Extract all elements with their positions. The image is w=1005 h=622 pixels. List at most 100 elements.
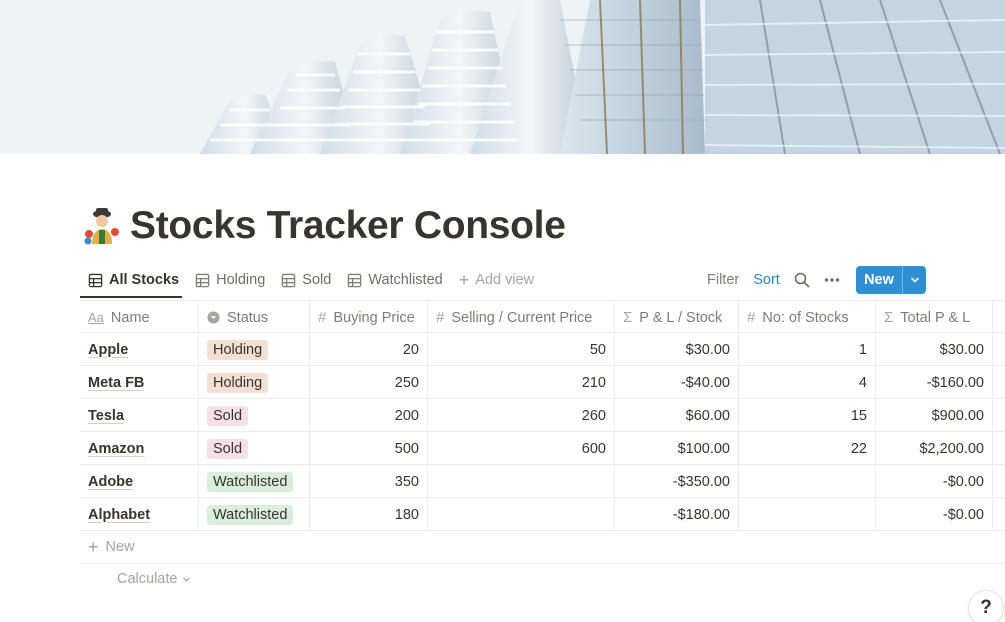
cell-value: 210 [581,374,606,391]
tab-watchlisted[interactable]: Watchlisted [339,266,450,294]
table-row[interactable]: Alphabet Watchlisted 180 -$180.00 -$0.00 [80,498,1005,531]
cell-value: $100.00 [677,440,730,457]
cell-value: 200 [394,407,419,424]
name-cell[interactable]: Meta FB [80,366,199,399]
table-row[interactable]: Meta FB Holding 250 210 -$40.00 4 -$160.00 [80,366,1005,399]
buying-price-cell[interactable]: 20 [310,333,428,366]
buying-price-cell[interactable]: 250 [310,366,428,399]
status-cell[interactable]: Sold [199,399,310,432]
total-pl-cell[interactable]: -$0.00 [876,498,993,531]
status-cell[interactable]: Watchlisted [199,465,310,498]
column-header-selling-price[interactable]: # Selling / Current Price [428,301,615,334]
total-pl-cell[interactable]: -$0.00 [876,465,993,498]
pl-per-stock-cell[interactable]: $100.00 [615,432,739,465]
column-header-pl-per-stock[interactable]: Σ P & L / Stock [615,301,739,334]
total-pl-cell[interactable]: $30.00 [876,333,993,366]
table-row[interactable]: Amazon Sold 500 600 $100.00 22 $2,200.00 [80,432,1005,465]
sort-button[interactable]: Sort [746,266,787,294]
name-cell[interactable]: Amazon [80,432,199,465]
table-row[interactable]: Apple Holding 20 50 $30.00 1 $30.00 [80,333,1005,366]
selling-price-cell[interactable]: 50 [428,333,615,366]
status-cell[interactable]: Sold [199,432,310,465]
person-juggling-icon[interactable] [84,206,120,246]
column-header-buying-price[interactable]: # Buying Price [310,301,428,334]
cell-value: 180 [394,506,419,523]
column-label: Name [110,309,150,326]
cell-value: $30.00 [939,341,984,358]
add-row-button[interactable]: + New [80,531,1005,564]
name-cell[interactable]: Adobe [80,465,199,498]
buying-price-cell[interactable]: 500 [310,432,428,465]
status-badge: Sold [207,405,249,426]
total-pl-cell[interactable]: -$160.00 [876,366,993,399]
selling-price-cell[interactable]: 600 [428,432,615,465]
total-pl-cell[interactable]: $2,200.00 [876,432,993,465]
cell-value: 15 [850,407,867,424]
calculate-button[interactable]: Calculate [117,568,191,590]
name-cell[interactable]: Tesla [80,399,199,432]
cover-image [0,0,1005,154]
pl-per-stock-cell[interactable]: -$350.00 [615,465,739,498]
chevron-down-icon [183,577,191,582]
buying-price-cell[interactable]: 200 [310,399,428,432]
status-cell[interactable]: Holding [199,366,310,399]
overflow-cell [993,333,1005,366]
name-cell[interactable]: Alphabet [80,498,199,531]
cell-value: -$350.00 [672,473,730,490]
number-of-stocks-cell[interactable] [739,498,876,531]
search-icon[interactable] [787,266,817,294]
new-button[interactable]: New [856,266,902,294]
cell-value: $30.00 [685,341,730,358]
name-cell[interactable]: Apple [80,333,199,366]
add-view-button[interactable]: + Add view [451,266,542,294]
table-row[interactable]: Tesla Sold 200 260 $60.00 15 $900.00 [80,399,1005,432]
tab-label: Watchlisted [368,272,443,288]
cell-value: $2,200.00 [919,440,984,457]
column-header-name[interactable]: Aa Name [80,301,199,334]
new-dropdown-button[interactable] [903,266,926,294]
pl-per-stock-cell[interactable]: -$40.00 [615,366,739,399]
selling-price-cell[interactable] [428,498,615,531]
total-pl-cell[interactable]: $900.00 [876,399,993,432]
buying-price-cell[interactable]: 350 [310,465,428,498]
filter-button[interactable]: Filter [700,266,746,294]
cell-value: 600 [581,440,606,457]
table-icon [348,273,362,287]
overflow-cell [993,399,1005,432]
column-label: Status [227,309,269,326]
selling-price-cell[interactable] [428,465,615,498]
status-badge: Watchlisted [207,504,294,525]
cell-value: 22 [850,440,867,457]
text-aa-icon: Aa [88,310,104,325]
number-of-stocks-cell[interactable]: 22 [739,432,876,465]
number-of-stocks-cell[interactable]: 4 [739,366,876,399]
column-label: Total P & L [900,309,971,326]
tab-all-stocks[interactable]: All Stocks [80,266,187,294]
selling-price-cell[interactable]: 260 [428,399,615,432]
status-cell[interactable]: Watchlisted [199,498,310,531]
pl-per-stock-cell[interactable]: $30.00 [615,333,739,366]
column-header-total-pl[interactable]: Σ Total P & L [876,301,993,334]
help-button[interactable]: ? [968,590,1004,622]
tab-holding[interactable]: Holding [187,266,273,294]
table-icon [88,273,103,287]
selling-price-cell[interactable]: 210 [428,366,615,399]
number-of-stocks-cell[interactable]: 1 [739,333,876,366]
pl-per-stock-cell[interactable]: $60.00 [615,399,739,432]
column-label: Selling / Current Price [451,309,593,326]
column-header-number-of-stocks[interactable]: # No: of Stocks [739,301,876,334]
more-horizontal-icon[interactable] [817,266,847,294]
number-of-stocks-cell[interactable]: 15 [739,399,876,432]
active-tab-indicator [80,296,182,298]
tab-sold[interactable]: Sold [273,266,339,294]
cell-value: 4 [858,374,867,391]
pl-per-stock-cell[interactable]: -$180.00 [615,498,739,531]
column-label: Buying Price [333,309,415,326]
number-of-stocks-cell[interactable] [739,465,876,498]
column-header-status[interactable]: Status [199,301,310,334]
buying-price-cell[interactable]: 180 [310,498,428,531]
status-cell[interactable]: Holding [199,333,310,366]
cell-value: -$160.00 [926,374,984,391]
table-row[interactable]: Adobe Watchlisted 350 -$350.00 -$0.00 [80,465,1005,498]
cell-value: 350 [394,473,419,490]
